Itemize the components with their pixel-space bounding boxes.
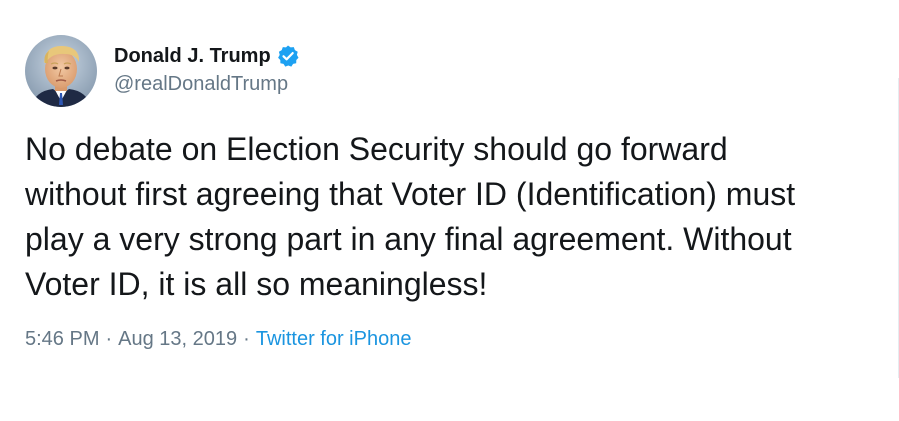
name-row: Donald J. Trump (114, 43, 300, 69)
tweet-date[interactable]: Aug 13, 2019 (118, 328, 237, 351)
author-block: Donald J. Trump @realDonaldTrump (114, 43, 300, 96)
tweet-meta: 5:46 PM · Aug 13, 2019 · Twitter for iPh… (25, 328, 411, 351)
verified-badge-icon (276, 44, 300, 68)
user-handle[interactable]: @realDonaldTrump (114, 73, 300, 96)
meta-separator: · (105, 328, 113, 350)
profile-photo-icon (25, 35, 97, 107)
tweet-text: No debate on Election Security should go… (25, 131, 796, 302)
meta-separator: · (243, 328, 250, 350)
tweet-source-link[interactable]: Twitter for iPhone (256, 328, 412, 351)
tweet-card: Donald J. Trump @realDonaldTrump No deba… (0, 0, 899, 421)
avatar[interactable] (25, 35, 97, 107)
tweet-time[interactable]: 5:46 PM (25, 328, 99, 351)
display-name[interactable]: Donald J. Trump (114, 45, 271, 68)
